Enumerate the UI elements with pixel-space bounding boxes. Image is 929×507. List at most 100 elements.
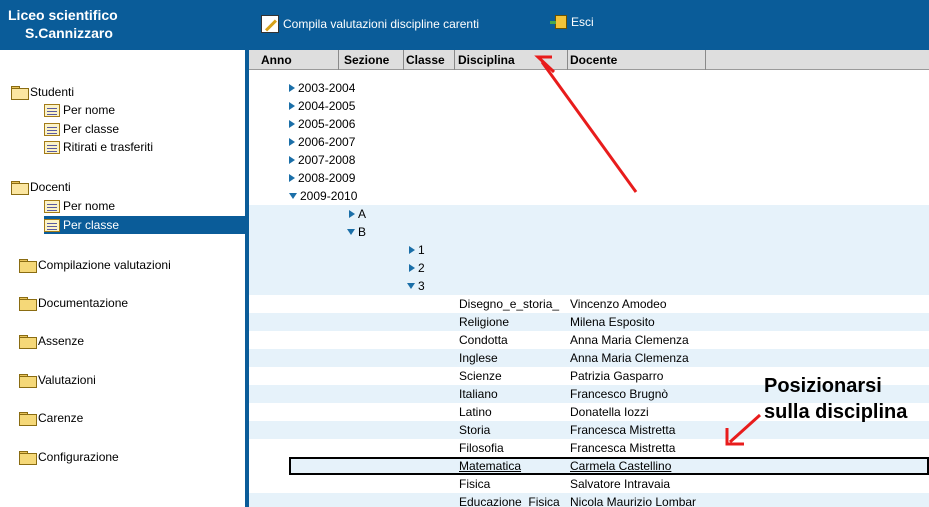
tree-row-section[interactable]: B: [249, 223, 929, 241]
class-label: 3: [418, 279, 425, 293]
tree-row-year[interactable]: 2005-2006: [249, 115, 929, 133]
nav-assenze[interactable]: Assenze: [18, 334, 84, 349]
docente-cell: Francesca Mistretta: [570, 441, 676, 455]
nav-studenti-per-classe[interactable]: Per classe: [44, 122, 119, 136]
list-icon: [44, 218, 60, 232]
docente-cell: Milena Esposito: [570, 315, 655, 329]
expand-icon[interactable]: [289, 174, 295, 182]
expand-icon[interactable]: [349, 210, 355, 218]
tree-row-year[interactable]: 2008-2009: [249, 169, 929, 187]
tree-row-class[interactable]: 2: [249, 259, 929, 277]
nav-docenti-per-nome[interactable]: Per nome: [44, 199, 115, 213]
nav-docenti[interactable]: Docenti: [10, 180, 71, 195]
folder-icon: [18, 451, 37, 465]
nav-configurazione[interactable]: Configurazione: [18, 450, 119, 465]
subject-row[interactable]: Condotta Anna Maria Clemenza: [249, 331, 929, 349]
column-divider[interactable]: [705, 50, 706, 70]
tree-row-section[interactable]: A: [249, 205, 929, 223]
disciplina-cell: Matematica: [459, 459, 522, 473]
exit-button[interactable]: Esci: [550, 15, 594, 29]
expand-icon[interactable]: [409, 246, 415, 254]
nav-compilazione[interactable]: Compilazione valutazioni: [18, 258, 171, 273]
nav-studenti[interactable]: Studenti: [10, 85, 74, 100]
year-label: 2009-2010: [300, 189, 358, 203]
collapse-icon[interactable]: [347, 229, 355, 235]
subject-row[interactable]: Filosofia Francesca Mistretta: [249, 439, 929, 457]
docente-cell: Francesca Mistretta: [570, 423, 676, 437]
column-classe[interactable]: Classe: [406, 53, 445, 67]
nav-carenze[interactable]: Carenze: [18, 411, 83, 426]
year-label: 2004-2005: [298, 99, 356, 113]
nav-label: Configurazione: [38, 450, 119, 464]
list-icon: [44, 199, 60, 213]
subject-row[interactable]: Inglese Anna Maria Clemenza: [249, 349, 929, 367]
school-header: Liceo scientifico S.Cannizzaro: [0, 0, 245, 50]
year-label: 2006-2007: [298, 135, 356, 149]
year-label: 2005-2006: [298, 117, 356, 131]
expand-icon[interactable]: [409, 264, 415, 272]
tree-row-year[interactable]: 2006-2007: [249, 133, 929, 151]
column-divider[interactable]: [567, 50, 568, 70]
column-divider[interactable]: [338, 50, 339, 70]
nav-studenti-per-nome[interactable]: Per nome: [44, 103, 115, 117]
docente-cell: Anna Maria Clemenza: [570, 351, 689, 365]
nav-item-label: Per classe: [63, 122, 120, 136]
column-docente[interactable]: Docente: [570, 53, 617, 67]
nav-label: Valutazioni: [38, 373, 96, 387]
column-disciplina[interactable]: Disciplina: [458, 53, 515, 67]
column-divider[interactable]: [454, 50, 455, 70]
nav-item-label: Per classe: [63, 218, 120, 232]
subject-row[interactable]: Disegno_e_storia_ Vincenzo Amodeo: [249, 295, 929, 313]
nav-studenti-ritirati[interactable]: Ritirati e trasferiti: [44, 140, 153, 154]
tree-row-class[interactable]: 3: [249, 277, 929, 295]
expand-icon[interactable]: [289, 138, 295, 146]
year-cell: 2008-2009: [289, 171, 355, 185]
subject-row[interactable]: Religione Milena Esposito: [249, 313, 929, 331]
year-cell: 2006-2007: [289, 135, 355, 149]
column-divider[interactable]: [403, 50, 404, 70]
tree-row-year[interactable]: 2003-2004: [249, 79, 929, 97]
column-sezione[interactable]: Sezione: [344, 53, 389, 67]
annotation-line2: sulla disciplina: [764, 401, 908, 423]
tree-row-class[interactable]: 1: [249, 241, 929, 259]
column-anno[interactable]: Anno: [261, 53, 292, 67]
subject-row[interactable]: Educazione_Fisica Nicola Maurizio Lombar: [249, 493, 929, 507]
nav-docenti-per-classe[interactable]: Per classe: [44, 216, 245, 234]
grid-header: Anno Sezione Classe Disciplina Docente: [249, 50, 929, 70]
expand-icon[interactable]: [289, 120, 295, 128]
collapse-icon[interactable]: [289, 193, 297, 199]
compile-button[interactable]: Compila valutazioni discipline carenti: [261, 15, 479, 33]
nav-item-label: Per nome: [63, 103, 116, 117]
disciplina-cell: Latino: [459, 405, 492, 419]
nav-documentazione[interactable]: Documentazione: [18, 296, 128, 311]
annotation-line1: Posizionarsi: [764, 375, 882, 397]
folder-icon: [18, 335, 37, 349]
subject-row[interactable]: Fisica Salvatore Intravaia: [249, 475, 929, 493]
collapse-icon[interactable]: [407, 283, 415, 289]
disciplina-cell: Inglese: [459, 351, 498, 365]
nav-valutazioni[interactable]: Valutazioni: [18, 373, 96, 388]
nav-docenti-label: Docenti: [30, 180, 71, 194]
tree-row-year[interactable]: 2009-2010: [249, 187, 929, 205]
class-label: 1: [418, 243, 425, 257]
folder-icon: [18, 374, 37, 388]
docente-cell: Donatella Iozzi: [570, 405, 649, 419]
docente-cell: Nicola Maurizio Lombar: [570, 495, 697, 507]
annotation-text: Posizionarsi sulla disciplina: [764, 373, 907, 425]
tree-row-year[interactable]: 2007-2008: [249, 151, 929, 169]
list-icon: [44, 140, 60, 154]
disciplina-cell: Educazione_Fisica: [459, 495, 560, 507]
expand-icon[interactable]: [289, 84, 295, 92]
list-icon: [44, 103, 60, 117]
compile-button-label: Compila valutazioni discipline carenti: [283, 17, 480, 31]
section-label: B: [358, 225, 367, 239]
expand-icon[interactable]: [289, 156, 295, 164]
subject-row-selected[interactable]: Matematica Carmela Castellino: [289, 457, 929, 475]
folder-icon: [18, 412, 37, 426]
expand-icon[interactable]: [289, 102, 295, 110]
disciplina-cell: Scienze: [459, 369, 502, 383]
folder-open-icon: [10, 86, 29, 100]
class-cell: 3: [407, 279, 425, 293]
tree-row-year[interactable]: 2004-2005: [249, 97, 929, 115]
section-cell: A: [349, 207, 366, 221]
